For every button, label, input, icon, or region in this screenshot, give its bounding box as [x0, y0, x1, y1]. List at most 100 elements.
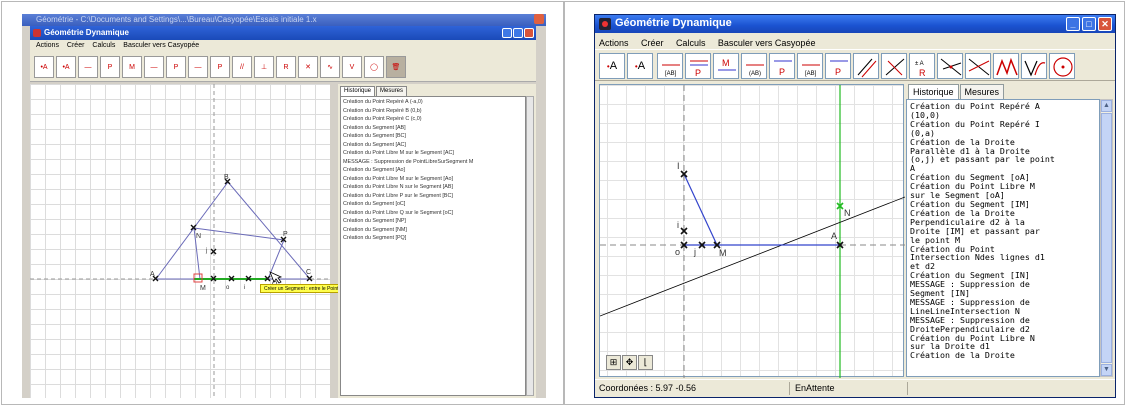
right-drawing: I i o j M A N	[600, 85, 905, 378]
label-o: o	[226, 285, 230, 291]
list-item: Création du Segment [oC]	[343, 201, 406, 207]
curve-tool-icon[interactable]	[993, 53, 1019, 79]
list-item: Création du Point Libre N sur le Segment…	[343, 184, 453, 190]
vector-tool-icon[interactable]: P	[769, 53, 795, 79]
midpoint-tool-icon[interactable]: M	[122, 56, 142, 78]
tab-mesures[interactable]: Mesures	[376, 86, 408, 96]
length-tool-icon[interactable]: [AB]	[797, 53, 823, 79]
app-icon	[599, 18, 611, 30]
point-intersection-tool-icon[interactable]	[965, 53, 991, 79]
left-window-title-bar: Géométrie Dynamique	[30, 26, 536, 40]
distance-tool-icon[interactable]: P	[210, 56, 230, 78]
maximize-button[interactable]: □	[1082, 17, 1096, 31]
segment-im	[683, 173, 718, 246]
label-m: M	[719, 248, 727, 258]
label-a: A	[831, 231, 837, 241]
segment-tool-icon[interactable]: [AB]	[657, 53, 683, 79]
circle-tool-icon[interactable]: ◯	[364, 56, 384, 78]
scroll-up-icon[interactable]: ▲	[1101, 100, 1112, 112]
circle-tool-icon[interactable]	[1049, 53, 1075, 79]
list-item: Création du Segment [PQ]	[343, 235, 407, 241]
close-button[interactable]	[524, 28, 534, 38]
scroll-thumb[interactable]	[1101, 113, 1112, 363]
tab-historique[interactable]: Historique	[340, 86, 376, 96]
menu-actions[interactable]: Actions	[36, 42, 59, 49]
right-window-title-bar: Géométrie Dynamique _ □ ✕	[595, 15, 1115, 33]
menu-creer[interactable]: Créer	[641, 38, 664, 48]
menu-basculer[interactable]: Basculer vers Casyopée	[123, 42, 199, 49]
point-on-object-tool-icon[interactable]: •A	[56, 56, 76, 78]
list-item: MESSAGE : Suppression de PointLibreSurSe…	[343, 158, 474, 165]
perpendicular-tool-icon[interactable]	[881, 53, 907, 79]
segment-ab-tool-icon[interactable]: —	[144, 56, 164, 78]
left-geometry-canvas[interactable]: A B C M N P Q o i j	[30, 84, 330, 398]
svg-text:P: P	[695, 68, 701, 78]
status-divider	[789, 382, 790, 395]
segment-ab-tool-icon[interactable]: (AB)	[741, 53, 767, 79]
outer-close-button[interactable]	[534, 14, 544, 24]
minimize-button[interactable]: _	[1066, 17, 1080, 31]
list-item: Création du Point Libre M sur le Segment…	[343, 150, 454, 156]
reflection-tool-icon[interactable]: R	[276, 56, 296, 78]
list-item: Création du Point Repéré A (-a,0)	[343, 99, 423, 105]
vector-tool-icon[interactable]: P	[166, 56, 186, 78]
close-button[interactable]: ✕	[1098, 17, 1112, 31]
tab-mesures[interactable]: Mesures	[959, 84, 1005, 99]
intersection-tool-icon[interactable]: ✕	[298, 56, 318, 78]
tab-historique[interactable]: Historique	[908, 84, 959, 100]
right-history-scrollbar[interactable]: ▲ ▼	[1100, 99, 1113, 377]
svg-text:(AB): (AB)	[749, 71, 761, 77]
point-on-object-tool-icon[interactable]: •A	[627, 53, 653, 79]
menu-actions[interactable]: Actions	[599, 38, 629, 48]
left-history-scrollbar[interactable]	[526, 96, 534, 396]
trash-icon[interactable]: 🗑	[386, 56, 406, 78]
point-on-segment-tool-icon[interactable]: P	[100, 56, 120, 78]
intersection-tool-icon[interactable]	[937, 53, 963, 79]
pan-icon[interactable]: ⊞	[606, 355, 621, 370]
midpoint-tool-icon[interactable]: M	[713, 53, 739, 79]
length-tool-icon[interactable]: —	[188, 56, 208, 78]
svg-text:P: P	[835, 67, 841, 77]
scroll-down-icon[interactable]: ▼	[1101, 364, 1112, 376]
function-tool-icon[interactable]: V	[342, 56, 362, 78]
svg-text:[AB]: [AB]	[665, 71, 677, 77]
parallel-tool-icon[interactable]: //	[232, 56, 252, 78]
list-item: Création du Point Libre M sur le Segment…	[343, 175, 453, 182]
right-geometry-canvas[interactable]: I i o j M A N ⊞ ✥ ⌊	[599, 84, 905, 378]
axes-icon[interactable]: ⌊	[638, 355, 653, 370]
perpendicular-tool-icon[interactable]: ⊥	[254, 56, 274, 78]
segment-tool-icon[interactable]: —	[78, 56, 98, 78]
status-bar: Coordonées : 5.97 -0.56 EnAttente	[595, 379, 1115, 397]
svg-text:[AB]: [AB]	[805, 71, 817, 77]
move-icon[interactable]: ✥	[622, 355, 637, 370]
line-through-m	[600, 196, 905, 317]
list-item: Création du Segment [NM]	[343, 226, 407, 233]
list-item: Création du Point Repéré C (c,0)	[343, 116, 422, 122]
menu-basculer[interactable]: Basculer vers Casyopée	[718, 38, 816, 48]
minimize-button[interactable]	[502, 28, 512, 38]
list-item: Création du Segment [BC]	[343, 133, 406, 139]
function-tool-icon[interactable]	[1021, 53, 1047, 79]
right-menu-bar: Actions Créer Calculs Basculer vers Casy…	[595, 33, 1115, 49]
reflection-tool-icon[interactable]: ± AR	[909, 53, 935, 79]
point-on-segment-tool-icon[interactable]: P	[685, 53, 711, 79]
point-tool-icon[interactable]: •A	[34, 56, 54, 78]
list-item: (o,j) et passant par le point	[910, 154, 1055, 165]
curve-tool-icon[interactable]: ∿	[320, 56, 340, 78]
menu-creer[interactable]: Créer	[67, 42, 85, 49]
menu-calculs[interactable]: Calculs	[676, 38, 706, 48]
state-readout: EnAttente	[795, 383, 835, 393]
list-item: Création du Segment [AC]	[343, 141, 406, 148]
maximize-button[interactable]	[513, 28, 523, 38]
status-divider	[907, 382, 908, 395]
menu-calculs[interactable]: Calculs	[92, 42, 115, 49]
app-icon	[33, 29, 41, 37]
distance-tool-icon[interactable]: P	[825, 53, 851, 79]
parallel-tool-icon[interactable]	[853, 53, 879, 79]
list-item: Création du Segment [NP]	[343, 218, 406, 224]
svg-text:R: R	[919, 68, 926, 78]
list-item: Création du Point Libre P sur le Segment…	[343, 192, 453, 199]
point-tool-icon[interactable]: •A	[599, 53, 625, 79]
left-screenshot: Géométrie - C:\Documents and Settings\..…	[22, 14, 546, 398]
left-menu-bar: Actions Créer Calculs Basculer vers Casy…	[30, 40, 536, 52]
